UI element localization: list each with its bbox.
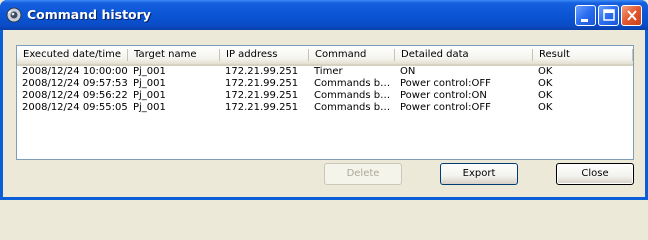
- minimize-button[interactable]: [575, 5, 596, 26]
- column-header-ip-address[interactable]: IP address: [220, 46, 309, 64]
- cell-detailed-data: Power control:ON: [400, 90, 487, 101]
- column-header-detailed-data[interactable]: Detailed data: [395, 46, 533, 64]
- cell-command: Commands b…: [314, 90, 391, 101]
- title-bar[interactable]: Command history: [0, 0, 648, 30]
- export-button[interactable]: Export: [440, 163, 518, 185]
- cell-command: Commands b…: [314, 102, 391, 113]
- table-row[interactable]: 2008/12/24 09:57:53 Pj_001 172.21.99.251…: [17, 78, 633, 90]
- cell-ip-address: 172.21.99.251: [225, 78, 299, 89]
- cell-result: OK: [538, 90, 553, 101]
- cell-executed-datetime: 2008/12/24 09:55:05: [22, 102, 128, 113]
- cell-target-name: Pj_001: [133, 66, 166, 77]
- close-icon: [627, 10, 637, 21]
- close-button[interactable]: Close: [556, 163, 634, 185]
- cell-ip-address: 172.21.99.251: [225, 102, 299, 113]
- cell-command: Commands b…: [314, 78, 391, 89]
- column-header-executed-datetime[interactable]: Executed date/time: [17, 46, 128, 64]
- delete-button[interactable]: Delete: [324, 163, 402, 185]
- cell-detailed-data: Power control:OFF: [400, 78, 491, 89]
- cell-target-name: Pj_001: [133, 102, 166, 113]
- close-window-button[interactable]: [621, 5, 642, 26]
- column-header-target-name[interactable]: Target name: [128, 46, 220, 64]
- cell-command: Timer: [314, 66, 343, 77]
- cell-ip-address: 172.21.99.251: [225, 90, 299, 101]
- table-body: 2008/12/24 10:00:00 Pj_001 172.21.99.251…: [17, 66, 633, 114]
- column-header-command[interactable]: Command: [309, 46, 395, 64]
- cell-result: OK: [538, 102, 553, 113]
- table-header: Executed date/time Target name IP addres…: [17, 46, 633, 66]
- table-row[interactable]: 2008/12/24 09:56:22 Pj_001 172.21.99.251…: [17, 90, 633, 102]
- cell-executed-datetime: 2008/12/24 10:00:00: [22, 66, 128, 77]
- table-row[interactable]: 2008/12/24 10:00:00 Pj_001 172.21.99.251…: [17, 66, 633, 78]
- dialog-client-area: Executed date/time Target name IP addres…: [3, 30, 645, 197]
- cell-detailed-data: Power control:OFF: [400, 102, 491, 113]
- window-title: Command history: [27, 7, 151, 22]
- cell-ip-address: 172.21.99.251: [225, 66, 299, 77]
- cell-result: OK: [538, 78, 553, 89]
- column-header-result[interactable]: Result: [533, 46, 633, 64]
- cell-result: OK: [538, 66, 553, 77]
- minimize-icon: [581, 19, 588, 22]
- projector-app-icon: [6, 7, 22, 23]
- cell-target-name: Pj_001: [133, 78, 166, 89]
- maximize-button[interactable]: [598, 5, 619, 26]
- command-history-window: Command history Executed date/time Targe…: [0, 0, 648, 200]
- cell-executed-datetime: 2008/12/24 09:57:53: [22, 78, 128, 89]
- table-row[interactable]: 2008/12/24 09:55:05 Pj_001 172.21.99.251…: [17, 102, 633, 114]
- maximize-icon: [603, 9, 615, 21]
- cell-detailed-data: ON: [400, 66, 416, 77]
- cell-target-name: Pj_001: [133, 90, 166, 101]
- command-history-table[interactable]: Executed date/time Target name IP addres…: [16, 45, 634, 160]
- cell-executed-datetime: 2008/12/24 09:56:22: [22, 90, 128, 101]
